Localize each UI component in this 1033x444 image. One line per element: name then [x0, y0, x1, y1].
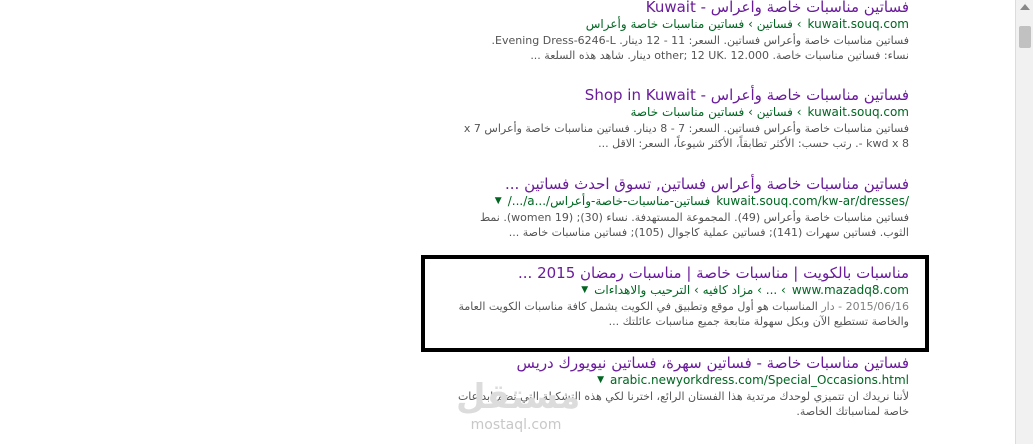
result-title-link[interactable]: فساتين مناسبات خاصة وأعراس - Shop in Kuw… — [429, 86, 909, 105]
result-snippet: فساتين مناسبات خاصة وأعراس (49). المجموع… — [429, 210, 909, 240]
result-snippet: فساتين مناسبات خاصة وأعراس فساتين. السعر… — [429, 33, 909, 63]
snippet-line: نساء: فساتين مناسبات خاصة. other; 12 UK.… — [530, 49, 909, 62]
result-domain[interactable]: kuwait.souq.com/kw-ar/dresses/ — [716, 194, 909, 209]
search-result: فساتين مناسبات خاصة وأعراس - Shop in Kuw… — [429, 86, 909, 151]
watermark-url: mostaql.com — [470, 417, 562, 433]
result-url: kuwait.souq.com/kw-ar/dresses/ فساتين-من… — [429, 194, 909, 209]
result-title-link[interactable]: فساتين مناسبات خاصة وأعراس فساتين, تسوق … — [429, 175, 909, 194]
vertical-scrollbar[interactable] — [1015, 0, 1033, 444]
result-domain[interactable]: arabic.newyorkdress.com/Special_Occasion… — [610, 373, 909, 388]
snippet-line: فساتين مناسبات خاصة وأعراس فساتين. السعر… — [463, 122, 909, 135]
snippet-line: الثوب. فساتين سهرات (141); فساتين عملية … — [508, 226, 909, 239]
result-title-link[interactable]: فساتين مناسبات خاصة وأعراس - Kuwait — [429, 0, 909, 17]
highlight-box — [421, 255, 929, 352]
watermark: مستقل mostaql.com — [456, 377, 581, 437]
scrollbar-thumb[interactable] — [1019, 26, 1031, 48]
result-title-link[interactable]: فساتين مناسبات خاصة - فساتين سهرة، فساتي… — [429, 354, 909, 373]
result-domain[interactable]: kuwait.souq.com — [808, 105, 909, 120]
dropdown-arrow-icon[interactable]: ▼ — [495, 194, 502, 209]
result-url: kuwait.souq.com › فساتين › فساتين مناسبا… — [429, 105, 909, 120]
result-url: kuwait.souq.com › فساتين › فساتين مناسبا… — [429, 17, 909, 32]
snippet-line: فساتين مناسبات خاصة وأعراس فساتين. السعر… — [491, 34, 909, 47]
result-domain[interactable]: kuwait.souq.com — [808, 17, 909, 32]
result-breadcrumb: فساتين-مناسبات-خاصة-وأعراس/...a/.../ — [507, 194, 711, 208]
snippet-line: 8 kwd x -. رتب حسب: الأكثر تطابقاً، الأك… — [598, 137, 909, 150]
scroll-up-arrow-icon[interactable] — [1020, 4, 1030, 10]
result-snippet: فساتين مناسبات خاصة وأعراس فساتين. السعر… — [429, 121, 909, 151]
search-result: فساتين مناسبات خاصة وأعراس - Kuwait kuwa… — [429, 0, 909, 63]
dropdown-arrow-icon[interactable]: ▼ — [597, 373, 604, 388]
result-breadcrumb: › فساتين › فساتين مناسبات خاصة وأعراس — [585, 17, 802, 31]
search-result: فساتين مناسبات خاصة وأعراس فساتين, تسوق … — [429, 175, 909, 240]
result-breadcrumb: › فساتين › فساتين مناسبات خاصة — [630, 105, 802, 119]
snippet-line: فساتين مناسبات خاصة وأعراس (49). المجموع… — [479, 211, 909, 224]
watermark-logo: مستقل — [456, 377, 581, 417]
